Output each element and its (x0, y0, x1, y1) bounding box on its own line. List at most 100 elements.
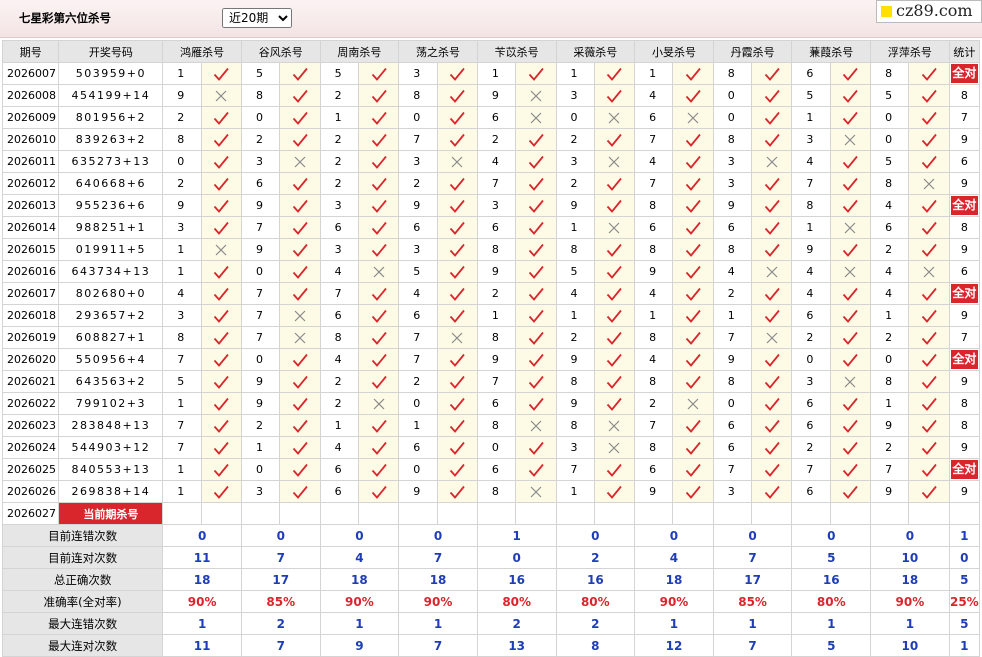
check-icon (843, 199, 859, 213)
check-icon (292, 221, 308, 235)
check-icon (685, 441, 701, 455)
stat-cell: 全对 (948, 348, 981, 371)
all-right-badge: 全对 (950, 460, 978, 479)
result-mark-cell (515, 84, 557, 107)
site-logo[interactable]: cz89.com (876, 0, 982, 23)
kill-number-cell: 1 (791, 216, 831, 239)
summary-value: 5 (791, 634, 872, 657)
header-expert: 浮萍杀号 (870, 40, 950, 63)
summary-value: 16 (476, 568, 557, 591)
kill-number-cell: 9 (791, 238, 831, 261)
cross-icon (609, 420, 620, 431)
result-mark-cell (908, 370, 950, 393)
kill-number-cell: 2 (476, 128, 517, 151)
result-mark-cell (279, 458, 321, 481)
result-mark-cell (672, 150, 714, 173)
table-row: 2026008 454199+14 9 8 2 8 9 3 4 0 5 5 8 (1, 84, 981, 107)
result-mark-cell (908, 84, 950, 107)
kill-number-cell: 4 (319, 436, 359, 459)
check-icon (685, 309, 701, 323)
current-kill-cell: 0 (712, 502, 753, 525)
check-icon (607, 287, 623, 301)
kill-number-cell: 0 (712, 392, 753, 415)
result-mark-cell (593, 436, 636, 459)
kill-number-cell: 2 (398, 370, 438, 393)
check-icon (214, 375, 229, 389)
kill-number-cell: 2 (398, 172, 438, 195)
cross-icon (609, 156, 620, 167)
table-row: 2026007 503959+0 1 5 5 3 1 1 1 8 6 8 全对 (1, 62, 981, 85)
check-icon (292, 375, 308, 389)
summary-value: 18 (162, 568, 242, 591)
table-row: 2026014 988251+1 3 7 6 6 6 1 6 6 1 6 8 (1, 216, 981, 239)
check-icon (921, 89, 937, 103)
kill-number-cell: 3 (398, 150, 438, 173)
cross-icon (373, 398, 384, 409)
kill-number-cell: 7 (398, 128, 438, 151)
numbers-cell: 544903+12 (58, 436, 164, 459)
issue-cell: 2026014 (1, 216, 60, 239)
result-mark-cell (593, 106, 636, 129)
check-icon (843, 397, 859, 411)
result-mark-cell (751, 458, 793, 481)
kill-number-cell: 2 (319, 150, 359, 173)
check-icon (528, 287, 544, 301)
numbers-cell: 550956+4 (58, 348, 164, 371)
check-icon (292, 287, 308, 301)
check-icon (214, 133, 229, 147)
numbers-cell: 608827+1 (58, 326, 164, 349)
result-mark-cell (436, 282, 478, 305)
result-mark-cell (279, 282, 321, 305)
result-mark-cell (357, 436, 400, 459)
stat-cell: 8 (948, 414, 981, 437)
kill-number-cell: 4 (634, 150, 674, 173)
summary-value: 0 (240, 524, 321, 547)
check-icon (607, 375, 623, 389)
stat-cell: 全对 (948, 458, 981, 481)
check-icon (528, 199, 544, 213)
result-mark-cell (751, 62, 793, 85)
period-select[interactable]: 近20期 (222, 8, 292, 28)
check-icon (292, 111, 308, 125)
check-icon (528, 243, 544, 257)
result-mark-cell (751, 260, 793, 283)
stat-cell: 8 (948, 392, 981, 415)
kill-number-cell: 9 (162, 84, 202, 107)
issue-cell: 2026021 (1, 370, 60, 393)
result-mark-cell (200, 238, 242, 261)
check-icon (528, 265, 544, 279)
kill-number-cell: 2 (319, 128, 359, 151)
result-mark-cell (436, 370, 478, 393)
result-mark-cell (908, 326, 950, 349)
check-icon (214, 397, 229, 411)
result-mark-cell (357, 62, 400, 85)
issue-cell: 2026016 (1, 260, 60, 283)
check-icon (843, 111, 859, 125)
summary-value: 0 (948, 546, 981, 569)
check-icon (921, 243, 937, 257)
summary-row: 目前连错次数 0 0 0 0 1 0 0 0 0 0 1 (1, 524, 981, 547)
kill-number-cell: 7 (634, 128, 674, 151)
kill-number-cell: 0 (870, 348, 910, 371)
table-row: 2026010 839263+2 8 2 2 7 2 2 7 8 3 0 9 (1, 128, 981, 151)
kill-number-cell: 3 (555, 150, 595, 173)
result-mark-cell (357, 392, 400, 415)
stat-cell: 全对 (948, 282, 981, 305)
check-icon (371, 441, 387, 455)
result-mark-cell (593, 370, 636, 393)
result-mark-cell (515, 304, 557, 327)
result-mark-cell (593, 62, 636, 85)
summary-value: 5 (791, 546, 872, 569)
check-icon (921, 441, 937, 455)
stat-cell: 8 (948, 84, 981, 107)
table-row: 2026012 640668+6 2 6 2 2 7 2 7 3 7 8 9 (1, 172, 981, 195)
table-row: 2026013 955236+6 9 9 3 9 3 9 8 9 8 4 全对 (1, 194, 981, 217)
check-icon (371, 375, 387, 389)
result-mark-cell (829, 326, 872, 349)
kill-number-cell: 3 (319, 238, 359, 261)
result-mark-cell (829, 348, 872, 371)
result-mark-cell (751, 370, 793, 393)
result-mark-cell (829, 62, 872, 85)
kill-number-cell: 6 (712, 216, 753, 239)
kill-number-cell: 7 (870, 458, 910, 481)
